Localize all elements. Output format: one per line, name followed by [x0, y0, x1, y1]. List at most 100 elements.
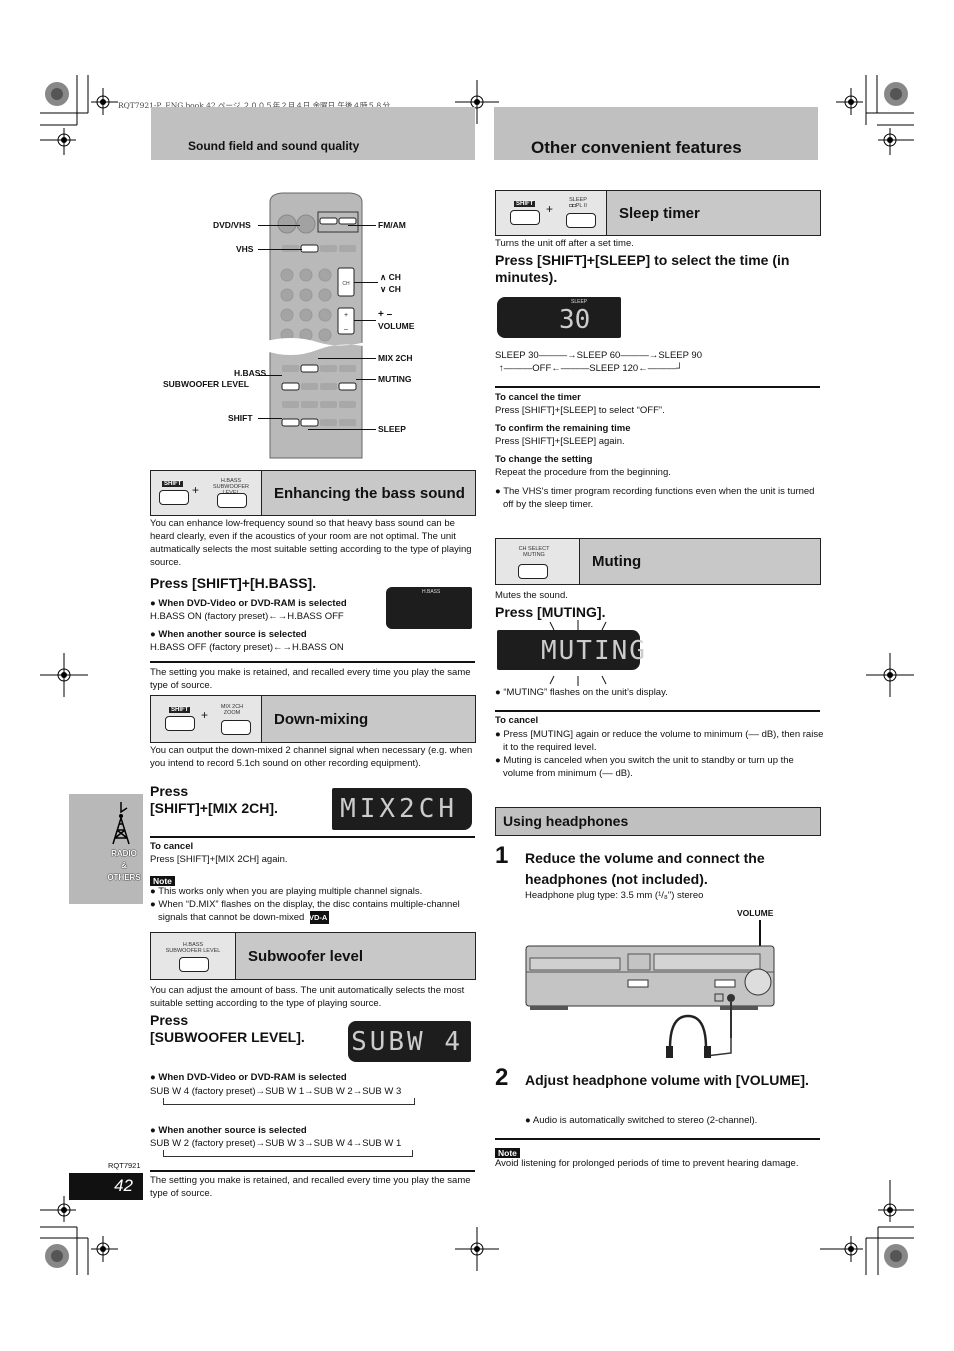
- dvd-a-badge: DVD-A: [303, 911, 330, 924]
- bass-header-box: SHIFT + H.BASS SUBWOOFER LEVEL Enhancing…: [150, 470, 476, 516]
- subwoofer-button-icon: [179, 957, 209, 972]
- headphones-note: Avoid listening for prolonged periods of…: [495, 1158, 799, 1169]
- sleep-change-text: Repeat the procedure from the beginning.: [495, 467, 671, 478]
- section-band-right: Other convenient features: [494, 107, 818, 160]
- step-number-2: 2: [495, 1064, 509, 1091]
- section-title: Sleep timer: [619, 204, 700, 222]
- downmix-intro: You can output the down-mixed 2 channel …: [150, 745, 473, 769]
- sleep-cancel-heading: To cancel the timer: [495, 392, 581, 403]
- shift-tag: SHIFT: [514, 201, 536, 207]
- plus-sign: +: [192, 483, 200, 497]
- muting-cancel-1: ● Press [MUTING] again or reduce the vol…: [495, 729, 824, 753]
- muting-intro: Mutes the sound.: [495, 590, 568, 601]
- button-combo: SHIFT + MIX 2CH ZOOM: [151, 696, 262, 742]
- sleep-lcd-display: SLEEP 30: [497, 297, 621, 338]
- lcd-text: MIX2CH: [340, 794, 458, 824]
- shift-button-icon: [510, 210, 540, 225]
- shift-button-icon: [159, 490, 189, 505]
- sleep-change-heading: To change the setting: [495, 454, 593, 465]
- flashing-indicator-icon: [549, 620, 607, 686]
- svg-text:CH: CH: [342, 281, 350, 287]
- muting-label: CH SELECT MUTING: [518, 546, 550, 558]
- subwoofer-intro: You can adjust the amount of bass. The u…: [150, 985, 465, 1009]
- section-band-left: Sound field and sound quality: [151, 107, 475, 160]
- muting-press-instruction: Press [MUTING].: [495, 604, 606, 620]
- subwoofer-header-box: H.BASS SUBWOOFER LEVEL Subwoofer level: [150, 932, 476, 980]
- shift-tag: SHIFT: [169, 707, 191, 713]
- sleep-cycle-line2: ↑———OFF←———SLEEP 120←———┘: [499, 363, 683, 374]
- button-combo: SHIFT + H.BASS SUBWOOFER LEVEL: [151, 471, 262, 515]
- bass-retained-text: The setting you make is retained, and re…: [150, 667, 471, 691]
- radio-tower-icon: [112, 802, 130, 845]
- muting-cancel-heading: To cancel: [495, 715, 539, 726]
- callout-subwoofer-level: SUBWOOFER LEVEL: [163, 379, 249, 389]
- sleep-press-instruction: Press [SHIFT]+[SLEEP] to select the time…: [495, 252, 790, 285]
- sleep-confirm-text: Press [SHIFT]+[SLEEP] again.: [495, 436, 625, 447]
- side-tab-label: RADIO & OTHERS: [107, 849, 141, 882]
- plus-sign: +: [201, 708, 209, 722]
- callout-ch-down: ∨ CH: [380, 284, 401, 294]
- lcd-text: SUBW 4: [351, 1027, 463, 1057]
- button-combo: CH SELECT MUTING: [496, 539, 580, 584]
- volume-callout: VOLUME: [737, 908, 774, 918]
- model-code: RQT7921: [108, 1161, 141, 1170]
- downmix-cancel-heading: To cancel: [150, 841, 194, 852]
- sleep-bullet: ● The VHS's timer program recording func…: [495, 486, 815, 510]
- step-2-text: Adjust headphone volume with [VOLUME].: [525, 1072, 809, 1088]
- callout-shift: SHIFT: [228, 413, 253, 423]
- callout-ch-up: ∧ CH: [380, 272, 401, 282]
- downmix-press-instruction: Press [SHIFT]+[MIX 2CH].: [150, 783, 278, 816]
- registration-mark-icon: [91, 88, 118, 115]
- muting-cancel-2: ● Muting is canceled when you switch the…: [495, 755, 794, 779]
- section-title: Down-mixing: [274, 710, 369, 728]
- muting-flash-note: ● “MUTING” flashes on the unit’s display…: [495, 687, 668, 698]
- callout-volume: VOLUME: [378, 321, 415, 331]
- receiver-with-headphones-illustration: [525, 920, 775, 1058]
- subwoofer-retained-text: The setting you make is retained, and re…: [150, 1175, 471, 1199]
- divider: [150, 1170, 475, 1172]
- callout-sleep: SLEEP: [378, 424, 406, 434]
- step-1-subtext: Headphone plug type: 3.5 mm (¹/₈") stere…: [525, 890, 704, 901]
- sleep-header-box: SHIFT + SLEEP ◘◘PL II Sleep timer: [495, 190, 821, 236]
- section-title: Enhancing the bass sound: [274, 484, 465, 502]
- divider: [150, 661, 475, 663]
- downmix-header-box: SHIFT + MIX 2CH ZOOM Down-mixing: [150, 695, 476, 743]
- svg-text:–: –: [344, 326, 348, 333]
- hbass-button-icon: [217, 493, 247, 508]
- sleep-confirm-heading: To confirm the remaining time: [495, 423, 631, 434]
- sleep-cycle-line1: SLEEP 30———→SLEEP 60———→SLEEP 90: [495, 350, 702, 361]
- sleep-cancel-text: Press [SHIFT]+[SLEEP] to select “OFF”.: [495, 405, 665, 416]
- mix2ch-button-icon: [221, 720, 251, 735]
- lcd-value: 30: [559, 305, 591, 335]
- step-1-text: Reduce the volume and connect the headph…: [525, 850, 765, 887]
- step-number-1: 1: [495, 842, 509, 869]
- callout-fm-am: FM/AM: [378, 220, 406, 230]
- sleep-intro: Turns the unit off after a set time.: [495, 238, 634, 249]
- step-2-subtext: ● Audio is automatically switched to ste…: [525, 1115, 758, 1126]
- headphones-header-box: Using headphones: [495, 807, 821, 836]
- bass-press-instruction: Press [SHIFT]+[H.BASS].: [150, 575, 317, 591]
- section-band-title: Other convenient features: [531, 138, 742, 157]
- muting-header-box: CH SELECT MUTING Muting: [495, 538, 821, 585]
- remote-control-illustration: CH + –: [262, 192, 372, 459]
- subwoofer-case2-heading: ● When another source is selected: [150, 1125, 307, 1136]
- section-title: Muting: [592, 553, 642, 570]
- section-title: Using headphones: [503, 813, 629, 829]
- page-number-box: 42: [69, 1173, 143, 1200]
- divider: [495, 386, 820, 388]
- callout-mix2ch: MIX 2CH: [378, 353, 413, 363]
- callout-vhs: VHS: [236, 244, 254, 254]
- downmix-note-1: ● This works only when you are playing m…: [150, 886, 423, 897]
- sleep-label: SLEEP ◘◘PL II: [569, 197, 587, 209]
- divider: [150, 836, 475, 838]
- divider: [495, 1138, 820, 1140]
- bass-case2-text: H.BASS OFF (factory preset)←→H.BASS ON: [150, 642, 344, 653]
- hbass-lcd-display: H.BASS: [386, 587, 472, 629]
- plus-sign: +: [546, 202, 554, 216]
- subwoofer-press-instruction: Press [SUBWOOFER LEVEL].: [150, 1012, 305, 1045]
- lcd-label: H.BASS: [422, 589, 441, 595]
- downmix-note-2: ● When “D.MIX” flashes on the display, t…: [150, 899, 460, 924]
- button-combo: SHIFT + SLEEP ◘◘PL II: [496, 191, 607, 235]
- callout-muting: MUTING: [378, 374, 412, 384]
- side-tab-radio-others: RADIO & OTHERS: [69, 794, 143, 904]
